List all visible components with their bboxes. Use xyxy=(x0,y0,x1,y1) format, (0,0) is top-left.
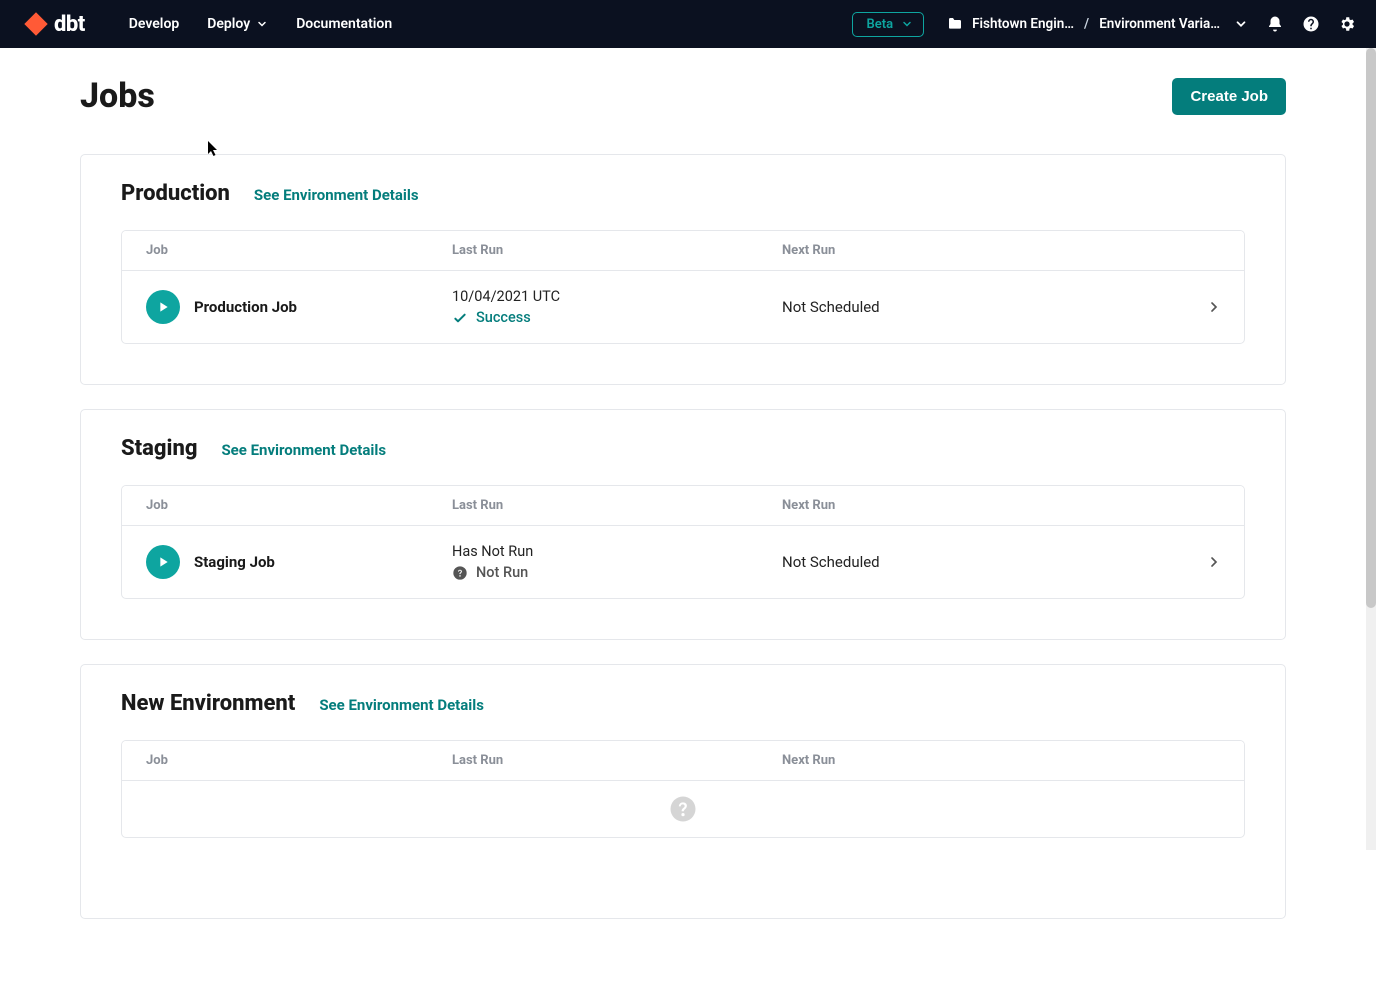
job-name: Staging Job xyxy=(194,553,275,571)
job-name: Production Job xyxy=(194,298,297,316)
chevron-down-icon xyxy=(256,18,268,30)
question-circle-icon xyxy=(452,565,468,581)
column-header-next-run: Next Run xyxy=(782,231,1184,270)
environment-details-link[interactable]: See Environment Details xyxy=(254,186,419,204)
status-label: Success xyxy=(476,309,531,326)
scrollbar-thumb[interactable] xyxy=(1366,48,1376,608)
bell-icon[interactable] xyxy=(1266,15,1284,33)
run-button[interactable] xyxy=(146,290,180,324)
next-run: Not Scheduled xyxy=(782,553,1184,571)
environment-details-link[interactable]: See Environment Details xyxy=(319,696,484,714)
column-header-job: Job xyxy=(122,231,452,270)
table-row[interactable]: Production Job 10/04/2021 UTC Success No… xyxy=(122,271,1244,343)
column-header-last-run: Last Run xyxy=(452,741,782,780)
gear-icon[interactable] xyxy=(1338,15,1356,33)
jobs-table: Job Last Run Next Run xyxy=(121,740,1245,838)
table-row[interactable]: Staging Job Has Not Run Not Run Not Sche… xyxy=(122,526,1244,598)
help-icon[interactable] xyxy=(1302,15,1320,33)
table-row-empty xyxy=(122,781,1244,837)
environment-details-link[interactable]: See Environment Details xyxy=(221,441,386,459)
brand-mark-icon xyxy=(22,11,50,37)
environment-card-staging: Staging See Environment Details Job Last… xyxy=(80,409,1286,640)
folder-icon xyxy=(946,16,964,32)
chevron-right-icon xyxy=(1184,299,1244,315)
brand-logo[interactable]: dbt xyxy=(22,11,85,37)
column-header-job: Job xyxy=(122,741,452,780)
beta-dropdown[interactable]: Beta xyxy=(852,12,925,37)
environment-title: Production xyxy=(121,181,230,206)
jobs-table: Job Last Run Next Run Staging Job Has No… xyxy=(121,485,1245,599)
navbar: dbt Develop Deploy Documentation Beta Fi… xyxy=(0,0,1376,48)
page-content: Jobs Create Job Production See Environme… xyxy=(0,48,1366,983)
run-button[interactable] xyxy=(146,545,180,579)
create-job-button[interactable]: Create Job xyxy=(1172,78,1286,115)
environment-title: Staging xyxy=(121,436,197,461)
brand-text: dbt xyxy=(54,12,85,37)
chevron-down-icon xyxy=(901,18,913,30)
status-label: Not Run xyxy=(476,564,528,581)
breadcrumb-org: Fishtown Engin… xyxy=(972,16,1074,32)
last-run-time: Has Not Run xyxy=(452,543,782,560)
breadcrumb-separator: / xyxy=(1084,16,1089,32)
page-title: Jobs xyxy=(80,76,155,116)
breadcrumb-env: Environment Varia… xyxy=(1099,16,1220,32)
chevron-down-icon[interactable] xyxy=(1234,17,1248,31)
check-icon xyxy=(452,310,468,326)
column-header-last-run: Last Run xyxy=(452,486,782,525)
jobs-table: Job Last Run Next Run Production Job 10/… xyxy=(121,230,1245,344)
column-header-job: Job xyxy=(122,486,452,525)
last-run-time: 10/04/2021 UTC xyxy=(452,288,782,305)
question-circle-icon xyxy=(668,794,698,824)
page-header: Jobs Create Job xyxy=(80,76,1286,116)
environment-title: New Environment xyxy=(121,691,295,716)
chevron-right-icon xyxy=(1184,554,1244,570)
column-header-last-run: Last Run xyxy=(452,231,782,270)
nav-develop[interactable]: Develop xyxy=(115,16,193,32)
environment-card-new: New Environment See Environment Details … xyxy=(80,664,1286,919)
column-header-next-run: Next Run xyxy=(782,741,1184,780)
nav-documentation[interactable]: Documentation xyxy=(282,16,406,32)
next-run: Not Scheduled xyxy=(782,298,1184,316)
column-header-next-run: Next Run xyxy=(782,486,1184,525)
environment-card-production: Production See Environment Details Job L… xyxy=(80,154,1286,385)
breadcrumb[interactable]: Fishtown Engin… / Environment Varia… xyxy=(946,16,1248,32)
nav-deploy[interactable]: Deploy xyxy=(193,16,282,32)
